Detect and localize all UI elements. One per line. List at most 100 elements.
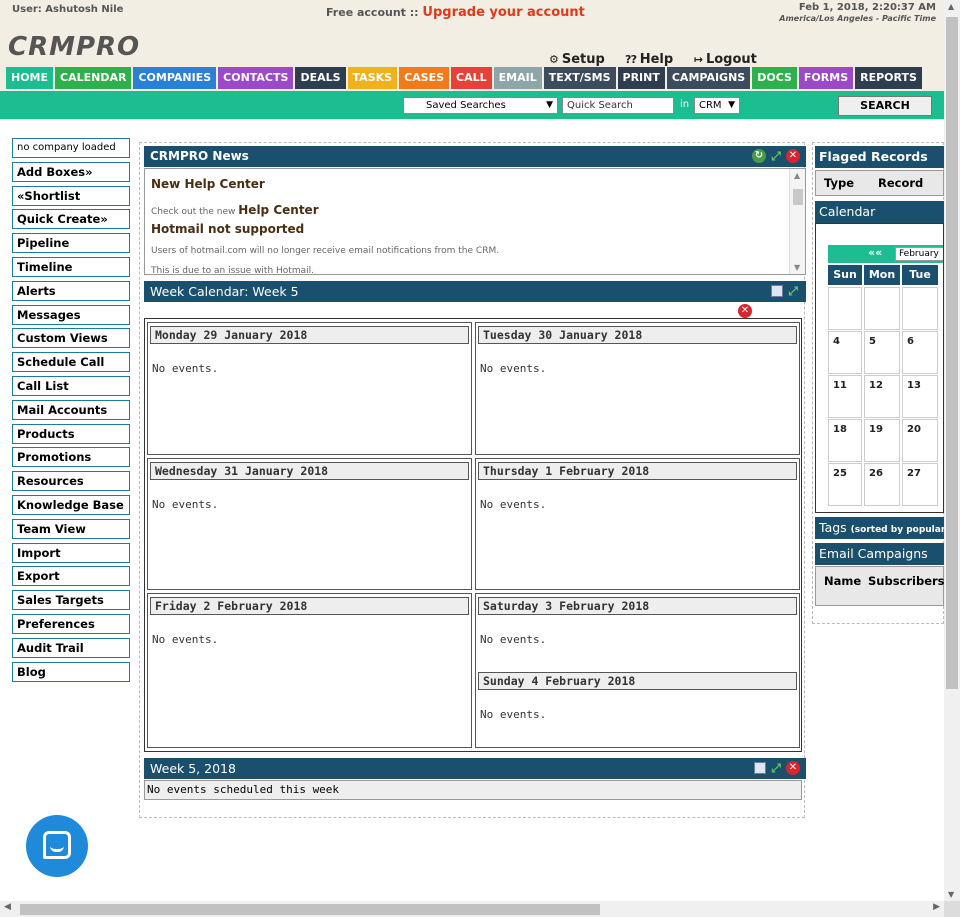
- help-link[interactable]: ⁇ Help: [625, 52, 681, 67]
- sidebar-item-pipeline[interactable]: Pipeline: [12, 233, 130, 254]
- sidebar-item-promotions[interactable]: Promotions: [12, 447, 130, 468]
- logout-link[interactable]: ↦ Logout: [694, 52, 765, 67]
- nav-tab-docs[interactable]: DOCS: [752, 67, 797, 89]
- calendar-icon[interactable]: [771, 285, 783, 297]
- sidebar-item-call-list[interactable]: Call List: [12, 375, 130, 396]
- search-scope-select[interactable]: CRM ▼: [694, 97, 740, 114]
- nav-tab-print[interactable]: PRINT: [617, 67, 665, 89]
- day-cell[interactable]: Friday 2 February 2018 No events.: [147, 593, 472, 748]
- nav-tab-call[interactable]: CALL: [451, 67, 492, 89]
- scroll-thumb[interactable]: [793, 189, 803, 205]
- search-button[interactable]: SEARCH: [838, 96, 932, 116]
- nav-tab-email[interactable]: EMAIL: [493, 67, 542, 89]
- sidebar-item-alerts[interactable]: Alerts: [12, 280, 130, 301]
- day-cell[interactable]: Saturday 3 February 2018 No events. Sunday…: [475, 593, 800, 748]
- sidebar-item-mail-accounts[interactable]: Mail Accounts: [12, 399, 130, 420]
- nav-tab-home[interactable]: HOME: [6, 67, 54, 89]
- calendar-day-cell[interactable]: 6: [902, 331, 938, 374]
- day-cell[interactable]: Tuesday 30 January 2018 No events.: [475, 322, 800, 455]
- day-cell[interactable]: Wednesday 31 January 2018 No events.: [147, 458, 472, 590]
- nav-tab-reports[interactable]: REPORTS: [855, 67, 922, 89]
- scroll-thumb[interactable]: [946, 17, 958, 689]
- calendar-day-cell[interactable]: [828, 287, 862, 330]
- day-header[interactable]: Thursday 1 February 2018: [478, 462, 797, 480]
- news-scrollbar[interactable]: ▲ ▼: [789, 169, 805, 274]
- calendar-day-cell[interactable]: 12: [864, 375, 900, 418]
- nav-tab-forms[interactable]: FORMS: [798, 67, 854, 89]
- calendar-day-cell[interactable]: 26: [864, 463, 900, 506]
- day-header[interactable]: Saturday 3 February 2018: [478, 597, 797, 615]
- calendar-day-cell[interactable]: 18: [828, 419, 862, 462]
- scroll-up-icon[interactable]: ▲: [794, 171, 800, 180]
- sidebar-item-shortlist[interactable]: «Shortlist: [12, 185, 130, 206]
- scroll-down-icon[interactable]: ▼: [794, 263, 800, 272]
- logo[interactable]: CRMPRO: [8, 32, 140, 62]
- nav-tab-companies[interactable]: COMPANIES: [133, 67, 217, 89]
- sidebar-item-timeline[interactable]: Timeline: [12, 256, 130, 277]
- quick-search-input[interactable]: Quick Search: [562, 97, 674, 114]
- help-center-link[interactable]: Help Center: [238, 203, 318, 217]
- calendar-day-cell[interactable]: 13: [902, 375, 938, 418]
- day-header[interactable]: Sunday 4 February 2018: [478, 672, 797, 690]
- expand-icon[interactable]: ⤢: [769, 761, 783, 775]
- scroll-right-icon[interactable]: ▶: [933, 902, 940, 912]
- calendar-day-cell[interactable]: 19: [864, 419, 900, 462]
- sidebar-item-export[interactable]: Export: [12, 566, 130, 587]
- nav-tab-cases[interactable]: CASES: [399, 67, 450, 89]
- refresh-icon[interactable]: ↻: [752, 149, 766, 163]
- day-header[interactable]: Friday 2 February 2018: [150, 597, 469, 615]
- nav-tab-campaigns[interactable]: CAMPAIGNS: [666, 67, 751, 89]
- chat-launcher-button[interactable]: [26, 815, 88, 877]
- sidebar-item-custom-views[interactable]: Custom Views: [12, 328, 130, 349]
- sidebar-item-audit-trail[interactable]: Audit Trail: [12, 637, 130, 658]
- expand-icon[interactable]: ⤢: [786, 284, 800, 298]
- month-select[interactable]: February: [895, 247, 943, 261]
- page-vertical-scrollbar[interactable]: ▲ ▼: [944, 0, 960, 901]
- calendar-day-cell[interactable]: 20: [902, 419, 938, 462]
- day-header[interactable]: Tuesday 30 January 2018: [478, 326, 797, 344]
- scroll-left-icon[interactable]: ◀: [4, 902, 11, 912]
- calendar-day-cell[interactable]: [864, 287, 900, 330]
- sidebar-item-resources[interactable]: Resources: [12, 471, 130, 492]
- day-cell[interactable]: Monday 29 January 2018 No events.: [147, 322, 472, 455]
- nav-tab-contacts[interactable]: CONTACTS: [218, 67, 294, 89]
- expand-icon[interactable]: ⤢: [769, 149, 783, 163]
- calendar-icon[interactable]: [754, 762, 766, 774]
- sidebar-item-quick-create[interactable]: Quick Create»: [12, 209, 130, 230]
- saved-searches-select[interactable]: Saved Searches ▼: [403, 97, 558, 114]
- sidebar-item-blog[interactable]: Blog: [12, 661, 130, 682]
- scroll-down-icon[interactable]: ▼: [948, 890, 954, 899]
- sidebar-item-messages[interactable]: Messages: [12, 304, 130, 325]
- calendar-day-cell[interactable]: 5: [864, 331, 900, 374]
- nav-tab-text-sms[interactable]: TEXT/SMS: [543, 67, 616, 89]
- sidebar-item-schedule-call[interactable]: Schedule Call: [12, 352, 130, 373]
- calendar-day-cell[interactable]: 11: [828, 375, 862, 418]
- sidebar-item-import[interactable]: Import: [12, 542, 130, 563]
- sidebar-item-sales-targets[interactable]: Sales Targets: [12, 590, 130, 611]
- close-icon[interactable]: ✕: [786, 149, 800, 163]
- sidebar-item-preferences[interactable]: Preferences: [12, 613, 130, 634]
- close-icon[interactable]: ✕: [786, 761, 800, 775]
- sidebar-item-team-view[interactable]: Team View: [12, 518, 130, 539]
- sidebar-item-products[interactable]: Products: [12, 423, 130, 444]
- sidebar-item-knowledge-base[interactable]: Knowledge Base: [12, 494, 130, 515]
- nav-tab-calendar[interactable]: CALENDAR: [55, 67, 132, 89]
- calendar-day-cell[interactable]: 27: [902, 463, 938, 506]
- search-scope-value: CRM: [699, 100, 722, 111]
- nav-tab-deals[interactable]: DEALS: [295, 67, 346, 89]
- day-header[interactable]: Monday 29 January 2018: [150, 326, 469, 344]
- scroll-up-icon[interactable]: ▲: [948, 2, 954, 11]
- day-cell[interactable]: Thursday 1 February 2018 No events.: [475, 458, 800, 590]
- calendar-day-cell[interactable]: 25: [828, 463, 862, 506]
- close-icon[interactable]: ✕: [738, 304, 752, 318]
- day-header[interactable]: Wednesday 31 January 2018: [150, 462, 469, 480]
- nav-tab-tasks[interactable]: TASKS: [347, 67, 398, 89]
- upgrade-link[interactable]: Upgrade your account: [422, 5, 584, 20]
- calendar-day-cell[interactable]: 4: [828, 331, 862, 374]
- scroll-thumb[interactable]: [20, 904, 600, 915]
- page-horizontal-scrollbar[interactable]: ◀ ▶: [0, 901, 944, 917]
- calendar-day-cell[interactable]: [902, 287, 938, 330]
- setup-link[interactable]: ⚙ Setup: [549, 52, 613, 67]
- sidebar-item-add-boxes[interactable]: Add Boxes»: [12, 161, 130, 182]
- prev-month-button[interactable]: ««: [868, 246, 882, 259]
